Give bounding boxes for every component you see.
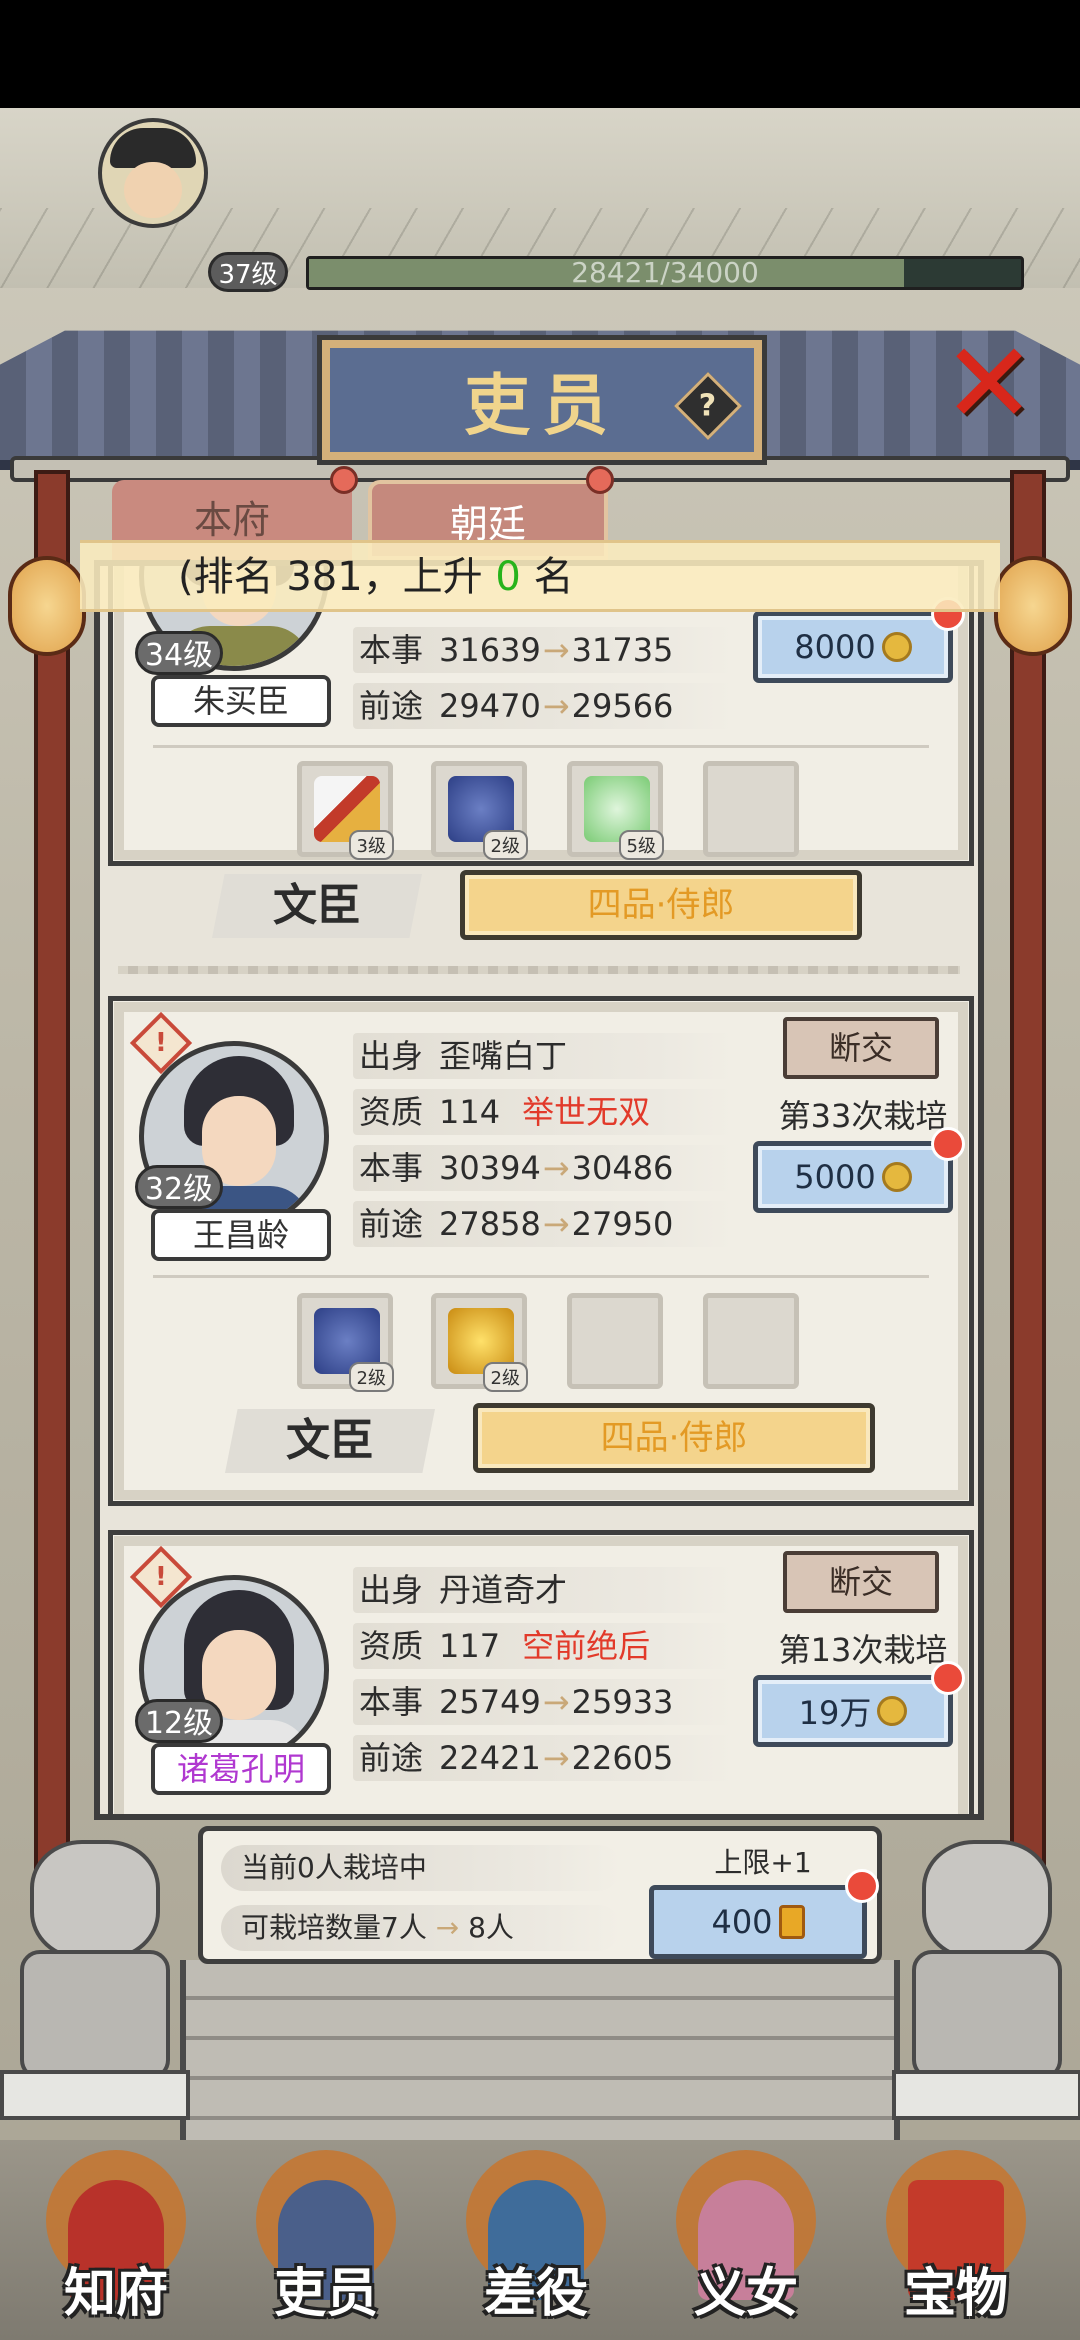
lantern-right <box>994 556 1072 656</box>
clerk-name: 王昌龄 <box>151 1209 331 1261</box>
stat-ability: 本事 25749→25933 <box>353 1679 733 1725</box>
role-tag: 文臣 <box>212 874 422 938</box>
rank-banner: (排名 381，上升 0 名 <box>80 540 1000 612</box>
gold-token-icon <box>778 1905 805 1939</box>
title-plaque: 吏员 ? <box>322 340 762 460</box>
equip-slot[interactable]: 2级 <box>297 1293 394 1392</box>
tab-home-notification-dot <box>330 466 358 494</box>
nav-treasures[interactable]: 宝物 <box>856 2140 1056 2340</box>
equip-slot-empty[interactable] <box>567 1293 663 1389</box>
stat-origin: 出身 丹道奇才 <box>353 1567 733 1613</box>
increase-limit-button[interactable]: 400 <box>649 1885 867 1959</box>
equip-slot[interactable]: 5级 <box>567 761 664 860</box>
break-ties-button[interactable]: 断交 <box>783 1017 939 1079</box>
nav-adopted-daughters[interactable]: 义女 <box>646 2140 846 2340</box>
tab-court-notification-dot <box>586 466 614 494</box>
stairs <box>180 1960 900 2160</box>
stat-origin: 出身 歪嘴白丁 <box>353 1033 733 1079</box>
nav-prefect[interactable]: 知府 <box>16 2140 216 2340</box>
pillar-left <box>34 470 70 1870</box>
player-avatar[interactable] <box>98 118 208 228</box>
train-cost-button[interactable]: 19万 <box>753 1675 953 1747</box>
stat-prospect: 前途 27858→27950 <box>353 1201 733 1247</box>
card-divider <box>153 1275 929 1278</box>
close-button[interactable]: ✕ <box>934 328 1044 442</box>
clerk-card: ! 12级 诸葛孔明 出身 丹道奇才 资质 117 空前绝后 本事 25749→2593… <box>108 1530 974 1814</box>
exp-text: 28421/34000 <box>571 256 759 289</box>
clerk-level: 12级 <box>135 1699 223 1743</box>
rank-tag[interactable]: 四品·侍郎 <box>460 870 862 940</box>
lantern-left <box>8 556 86 656</box>
cultivation-capacity: 可栽培数量7人 → 8人 <box>221 1905 621 1951</box>
clerk-level: 34级 <box>135 631 223 675</box>
equip-slot-empty[interactable] <box>703 761 799 857</box>
stat-prospect: 前途 29470→29566 <box>353 683 733 729</box>
card-border-pattern <box>118 966 960 974</box>
rank-tag[interactable]: 四品·侍郎 <box>473 1403 875 1473</box>
pillar-right <box>1010 470 1046 1870</box>
exp-bar: 28421/34000 <box>306 256 1024 290</box>
stat-ability: 本事 31639→31735 <box>353 627 733 673</box>
coin-icon <box>877 1696 908 1726</box>
equip-slot[interactable]: 3级 <box>297 761 394 860</box>
role-tag: 文臣 <box>225 1409 435 1473</box>
coin-icon <box>881 1162 912 1192</box>
stat-talent: 资质 114 举世无双 <box>353 1089 733 1135</box>
coin-icon <box>881 632 912 662</box>
help-icon[interactable]: ? <box>674 372 742 440</box>
equip-slot[interactable]: 2级 <box>431 761 528 860</box>
break-ties-button[interactable]: 断交 <box>783 1551 939 1613</box>
equip-slot-empty[interactable] <box>703 1293 799 1389</box>
current-cultivating: 当前0人栽培中 <box>221 1845 621 1891</box>
stat-talent: 资质 117 空前绝后 <box>353 1623 733 1669</box>
stat-prospect: 前途 22421→22605 <box>353 1735 733 1781</box>
player-level-badge: 37级 <box>208 252 288 292</box>
status-bar <box>0 0 1080 108</box>
page-title: 吏员 <box>464 366 620 444</box>
clerk-card: ! 32级 王昌龄 出身 歪嘴白丁 资质 114 举世无双 本事 30394→30486… <box>108 996 974 1506</box>
card-divider <box>153 745 929 748</box>
clerk-name: 诸葛孔明 <box>151 1743 331 1795</box>
stat-ability: 本事 30394→30486 <box>353 1145 733 1191</box>
limit-label: 上限+1 <box>714 1846 812 1879</box>
nav-servants[interactable]: 差役 <box>436 2140 636 2340</box>
equip-slot[interactable]: 2级 <box>431 1293 528 1392</box>
stone-lion-right <box>892 1840 1080 2120</box>
clerk-list[interactable]: 34级 朱买臣 本事 31639→31735 前途 29470→29566 8000… <box>94 560 984 1820</box>
nav-clerks[interactable]: 吏员 <box>226 2140 426 2340</box>
train-cost-button[interactable]: 8000 <box>753 611 953 683</box>
train-cost-button[interactable]: 5000 <box>753 1141 953 1213</box>
notification-dot <box>845 1869 879 1903</box>
notification-dot <box>931 1661 965 1695</box>
clerk-name: 朱买臣 <box>151 675 331 727</box>
notification-dot <box>931 1127 965 1161</box>
bottom-nav: 知府 吏员 差役 义女 宝物 <box>0 2140 1080 2340</box>
stone-lion-left <box>0 1840 190 2120</box>
cultivation-summary: 当前0人栽培中 可栽培数量7人 → 8人 上限+1 400 <box>198 1826 882 1964</box>
clerk-level: 32级 <box>135 1165 223 1209</box>
